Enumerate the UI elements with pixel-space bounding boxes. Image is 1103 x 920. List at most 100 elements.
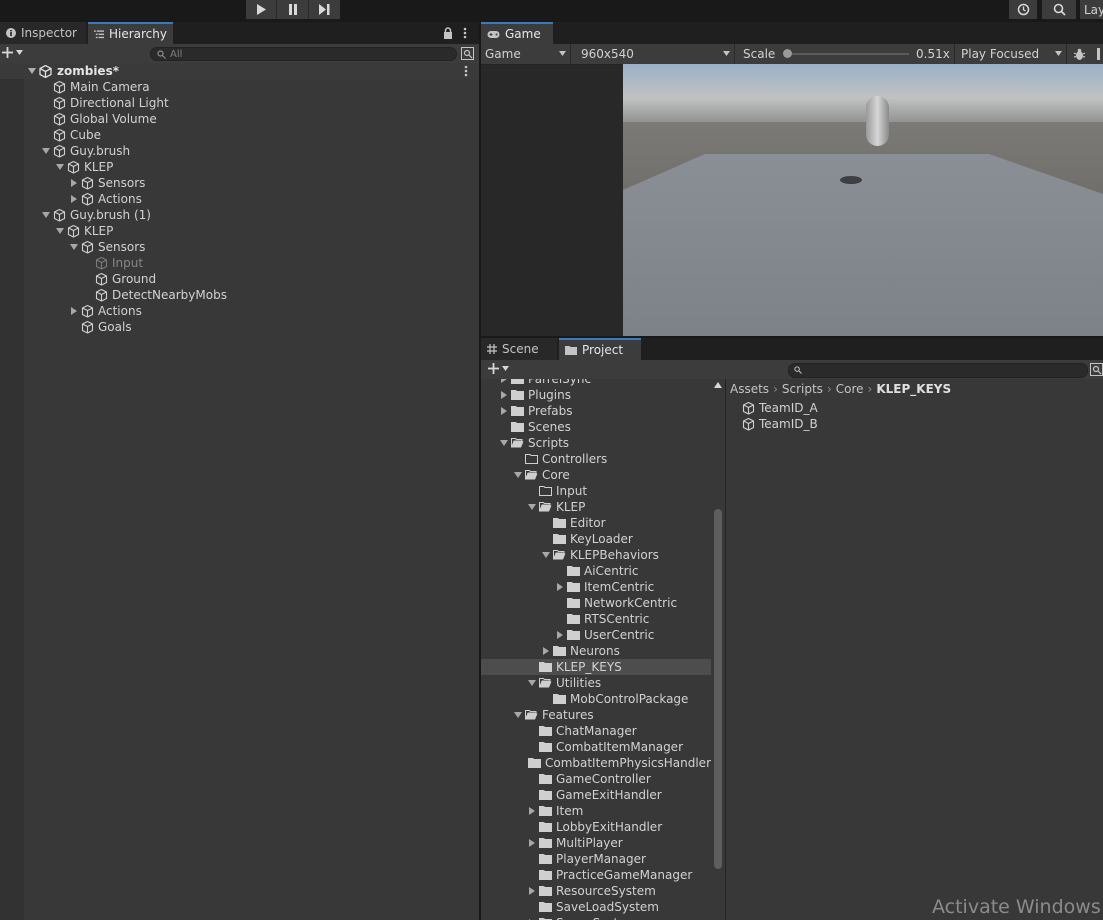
hierarchy-item[interactable]: Sensors: [0, 175, 479, 191]
project-folder-item[interactable]: Input: [481, 483, 711, 499]
hierarchy-item[interactable]: KLEP: [0, 223, 479, 239]
foldout-open-icon[interactable]: [55, 227, 64, 236]
breadcrumb-item[interactable]: Scripts: [782, 382, 823, 396]
hierarchy-item[interactable]: Input: [0, 255, 479, 271]
layers-dropdown[interactable]: Lay: [1080, 0, 1103, 19]
project-folder-item[interactable]: Scenes: [481, 419, 711, 435]
hierarchy-item[interactable]: Actions: [0, 303, 479, 319]
project-folder-item[interactable]: Utilities: [481, 675, 711, 691]
scene-header-row[interactable]: zombies*: [0, 63, 479, 79]
project-folder-item[interactable]: Neurons: [481, 643, 711, 659]
tab-inspector[interactable]: Inspector: [0, 22, 86, 44]
project-folder-item[interactable]: ItemCentric: [481, 579, 711, 595]
resolution-dropdown[interactable]: 960x540: [577, 44, 735, 64]
create-asset-dropdown[interactable]: [488, 363, 509, 374]
foldout-closed-icon[interactable]: [555, 631, 564, 640]
project-folder-item[interactable]: NetworkCentric: [481, 595, 711, 611]
project-folder-item[interactable]: GameController: [481, 771, 711, 787]
hierarchy-search-input[interactable]: All: [150, 47, 457, 61]
pause-button[interactable]: [277, 0, 309, 19]
project-folder-item[interactable]: Plugins: [481, 387, 711, 403]
project-folder-item[interactable]: Editor: [481, 515, 711, 531]
project-folder-item[interactable]: ChatManager: [481, 723, 711, 739]
play-button[interactable]: [246, 0, 277, 19]
foldout-open-icon[interactable]: [513, 471, 522, 480]
display-dropdown[interactable]: Game: [481, 44, 571, 64]
scale-slider-track[interactable]: [787, 53, 909, 55]
foldout-closed-icon[interactable]: [555, 583, 564, 592]
project-search-input[interactable]: [788, 363, 1088, 378]
foldout-closed-icon[interactable]: [527, 887, 536, 896]
project-folder-item[interactable]: Scripts: [481, 435, 711, 451]
breadcrumb-item[interactable]: Assets: [730, 382, 769, 396]
foldout-closed-icon[interactable]: [69, 307, 78, 316]
project-folder-item[interactable]: MultiPlayer: [481, 835, 711, 851]
project-folder-item[interactable]: Prefabs: [481, 403, 711, 419]
project-folder-item[interactable]: SaveLoadSystem: [481, 899, 711, 915]
tab-game[interactable]: Game: [481, 22, 553, 44]
project-folder-item-selected[interactable]: KLEP_KEYS: [481, 659, 711, 675]
project-folder-item[interactable]: Features: [481, 707, 711, 723]
project-folder-item[interactable]: Core: [481, 467, 711, 483]
project-folder-item[interactable]: KeyLoader: [481, 531, 711, 547]
tab-scene[interactable]: Scene: [481, 338, 557, 360]
foldout-open-icon[interactable]: [527, 679, 536, 688]
tab-project[interactable]: Project: [559, 338, 641, 360]
project-folder-item[interactable]: Controllers: [481, 451, 711, 467]
foldout-open-icon[interactable]: [541, 551, 550, 560]
game-viewport[interactable]: [623, 64, 1103, 338]
hierarchy-item[interactable]: Main Camera: [0, 79, 479, 95]
debug-button[interactable]: [1069, 44, 1091, 64]
hierarchy-item[interactable]: Cube: [0, 127, 479, 143]
play-mode-dropdown[interactable]: Play Focused: [957, 44, 1067, 64]
foldout-closed-icon[interactable]: [527, 807, 536, 816]
foldout-closed-icon[interactable]: [69, 195, 78, 204]
foldout-closed-icon[interactable]: [69, 179, 78, 188]
hierarchy-item[interactable]: Sensors: [0, 239, 479, 255]
project-folder-item[interactable]: AiCentric: [481, 563, 711, 579]
project-folder-item[interactable]: PlayerManager: [481, 851, 711, 867]
undo-history-button[interactable]: [1009, 0, 1037, 19]
project-folder-item[interactable]: SceneSystem: [481, 915, 711, 920]
project-folder-item[interactable]: CombatItemManager: [481, 739, 711, 755]
foldout-open-icon[interactable]: [513, 711, 522, 720]
panel-menu-icon[interactable]: [463, 27, 467, 39]
foldout-closed-icon[interactable]: [499, 391, 508, 400]
foldout-closed-icon[interactable]: [527, 839, 536, 848]
hierarchy-item[interactable]: Directional Light: [0, 95, 479, 111]
foldout-closed-icon[interactable]: [541, 647, 550, 656]
project-folder-item[interactable]: CombatItemPhysicsHandler: [481, 755, 711, 771]
project-folder-item[interactable]: ResourceSystem: [481, 883, 711, 899]
project-folder-item[interactable]: GameExitHandler: [481, 787, 711, 803]
hierarchy-item[interactable]: KLEP: [0, 159, 479, 175]
hierarchy-item[interactable]: Goals: [0, 319, 479, 335]
hierarchy-item[interactable]: Global Volume: [0, 111, 479, 127]
scene-menu-icon[interactable]: [464, 65, 468, 77]
scale-slider-handle[interactable]: [783, 49, 792, 58]
search-filter-icon[interactable]: [461, 47, 474, 60]
project-folder-item[interactable]: MobControlPackage: [481, 691, 711, 707]
create-dropdown[interactable]: [2, 47, 23, 58]
foldout-open-icon[interactable]: [41, 147, 50, 156]
breadcrumb-item-current[interactable]: KLEP_KEYS: [876, 382, 951, 396]
foldout-open-icon[interactable]: [499, 439, 508, 448]
vertical-splitter[interactable]: [479, 22, 481, 920]
foldout-open-icon[interactable]: [527, 503, 536, 512]
project-folder-item[interactable]: LobbyExitHandler: [481, 819, 711, 835]
foldout-closed-icon[interactable]: [499, 379, 508, 384]
project-folder-item[interactable]: PracticeGameManager: [481, 867, 711, 883]
search-button[interactable]: [1042, 0, 1076, 19]
hierarchy-item[interactable]: Ground: [0, 271, 479, 287]
horizontal-splitter[interactable]: [481, 336, 1103, 338]
project-folder-item[interactable]: Item: [481, 803, 711, 819]
foldout-closed-icon[interactable]: [499, 407, 508, 416]
scrollbar-thumb[interactable]: [714, 509, 722, 869]
project-folder-item[interactable]: ParrelSync: [481, 379, 711, 387]
asset-item[interactable]: TeamID_A: [742, 400, 818, 416]
lock-icon[interactable]: [443, 27, 453, 39]
breadcrumb-item[interactable]: Core: [836, 382, 864, 396]
foldout-open-icon[interactable]: [55, 163, 64, 172]
foldout-open-icon[interactable]: [41, 211, 50, 220]
hierarchy-item[interactable]: Guy.brush: [0, 143, 479, 159]
project-folder-item[interactable]: RTSCentric: [481, 611, 711, 627]
